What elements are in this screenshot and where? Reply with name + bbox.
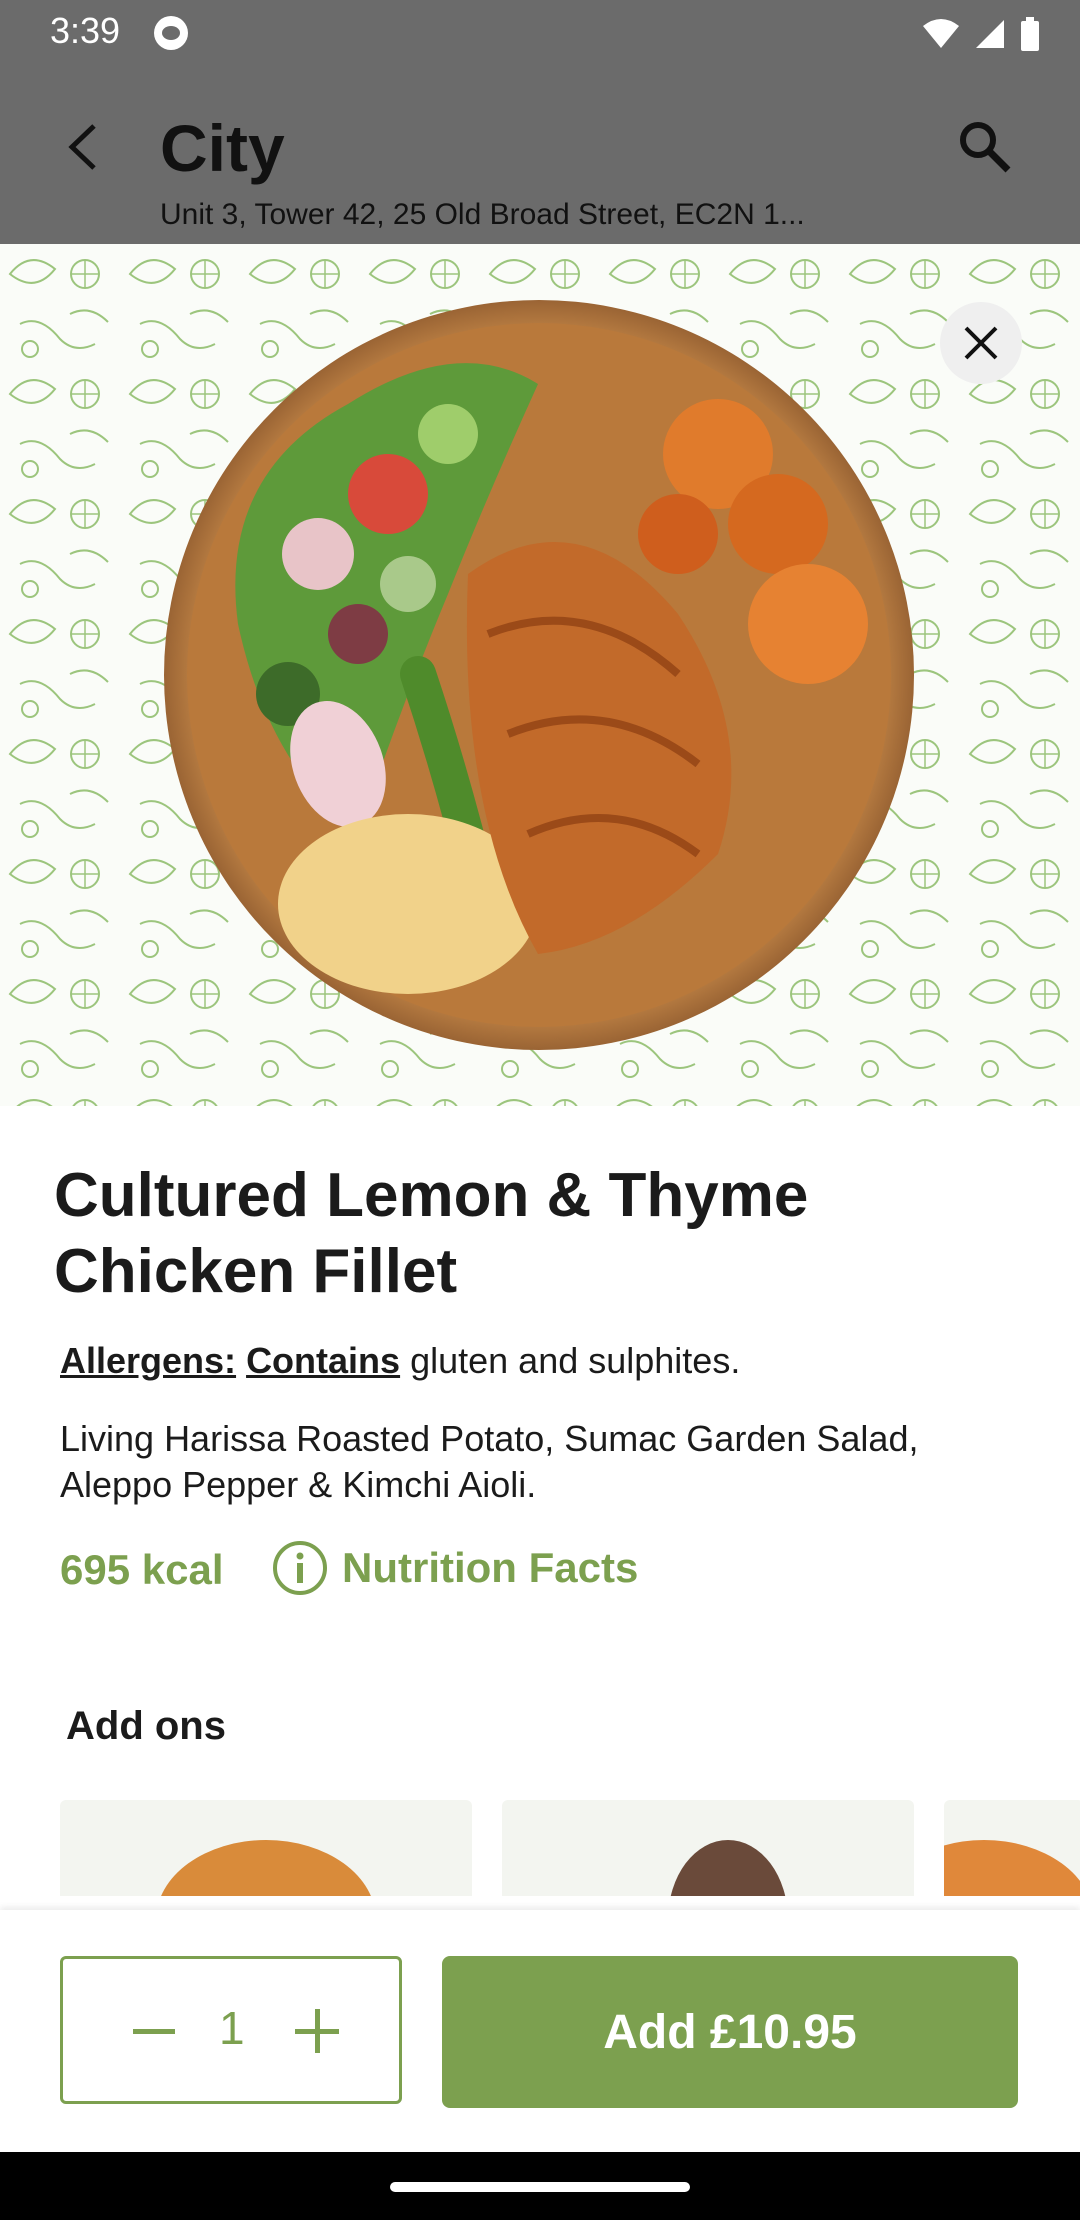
nutrition-facts-button[interactable]: Nutrition Facts [272, 1540, 638, 1596]
contains-link[interactable]: Contains [246, 1340, 400, 1381]
store-title: City [160, 111, 285, 185]
addon-card[interactable] [502, 1800, 914, 1896]
battery-icon [1021, 17, 1039, 51]
plus-icon[interactable] [295, 2009, 339, 2053]
status-time: 3:39 [50, 10, 121, 51]
close-icon [964, 326, 998, 360]
product-title: Cultured Lemon & Thyme Chicken Fillet [54, 1161, 809, 1306]
addon-image [668, 1840, 788, 1896]
bottom-action-bar: 1 Add £10.95 [0, 1910, 1080, 2152]
allergens-link[interactable]: Allergens: [60, 1340, 236, 1381]
close-button[interactable] [940, 302, 1022, 384]
minus-icon[interactable] [133, 2029, 175, 2034]
quantity-value: 1 [219, 2002, 245, 2054]
status-bar: 3:39 [0, 0, 1080, 66]
status-icons [922, 14, 1040, 54]
addon-image [944, 1840, 1080, 1896]
search-icon[interactable] [954, 116, 1016, 178]
addon-card[interactable] [60, 1800, 472, 1896]
quantity-stepper: 1 [60, 1956, 402, 2104]
addons-heading: Add ons [66, 1704, 226, 1748]
home-gesture-handle[interactable] [390, 2182, 690, 2192]
addon-card[interactable] [944, 1800, 1080, 1896]
food-bowl-illustration [164, 300, 914, 1050]
top-app-bar: City Unit 3, Tower 42, 25 Old Broad Stre… [0, 66, 1080, 244]
system-nav-bar [0, 2152, 1080, 2220]
signal-icon [976, 20, 1004, 48]
nutrition-facts-label: Nutrition Facts [342, 1544, 639, 1591]
back-arrow-icon[interactable] [58, 120, 112, 174]
notification-app-icon [154, 16, 188, 50]
info-icon [273, 1541, 327, 1595]
allergen-info: Allergens: Contains gluten and sulphites… [60, 1340, 740, 1382]
product-description: Living Harissa Roasted Potato, Sumac Gar… [60, 1418, 919, 1505]
store-address: Unit 3, Tower 42, 25 Old Broad Street, E… [160, 198, 805, 231]
calorie-count: 695 kcal [60, 1546, 224, 1593]
product-image [0, 244, 1080, 1106]
add-to-basket-button[interactable]: Add £10.95 [442, 1956, 1018, 2108]
allergen-list: gluten and sulphites. [410, 1340, 741, 1381]
wifi-icon [923, 19, 959, 48]
addon-image [156, 1840, 376, 1896]
